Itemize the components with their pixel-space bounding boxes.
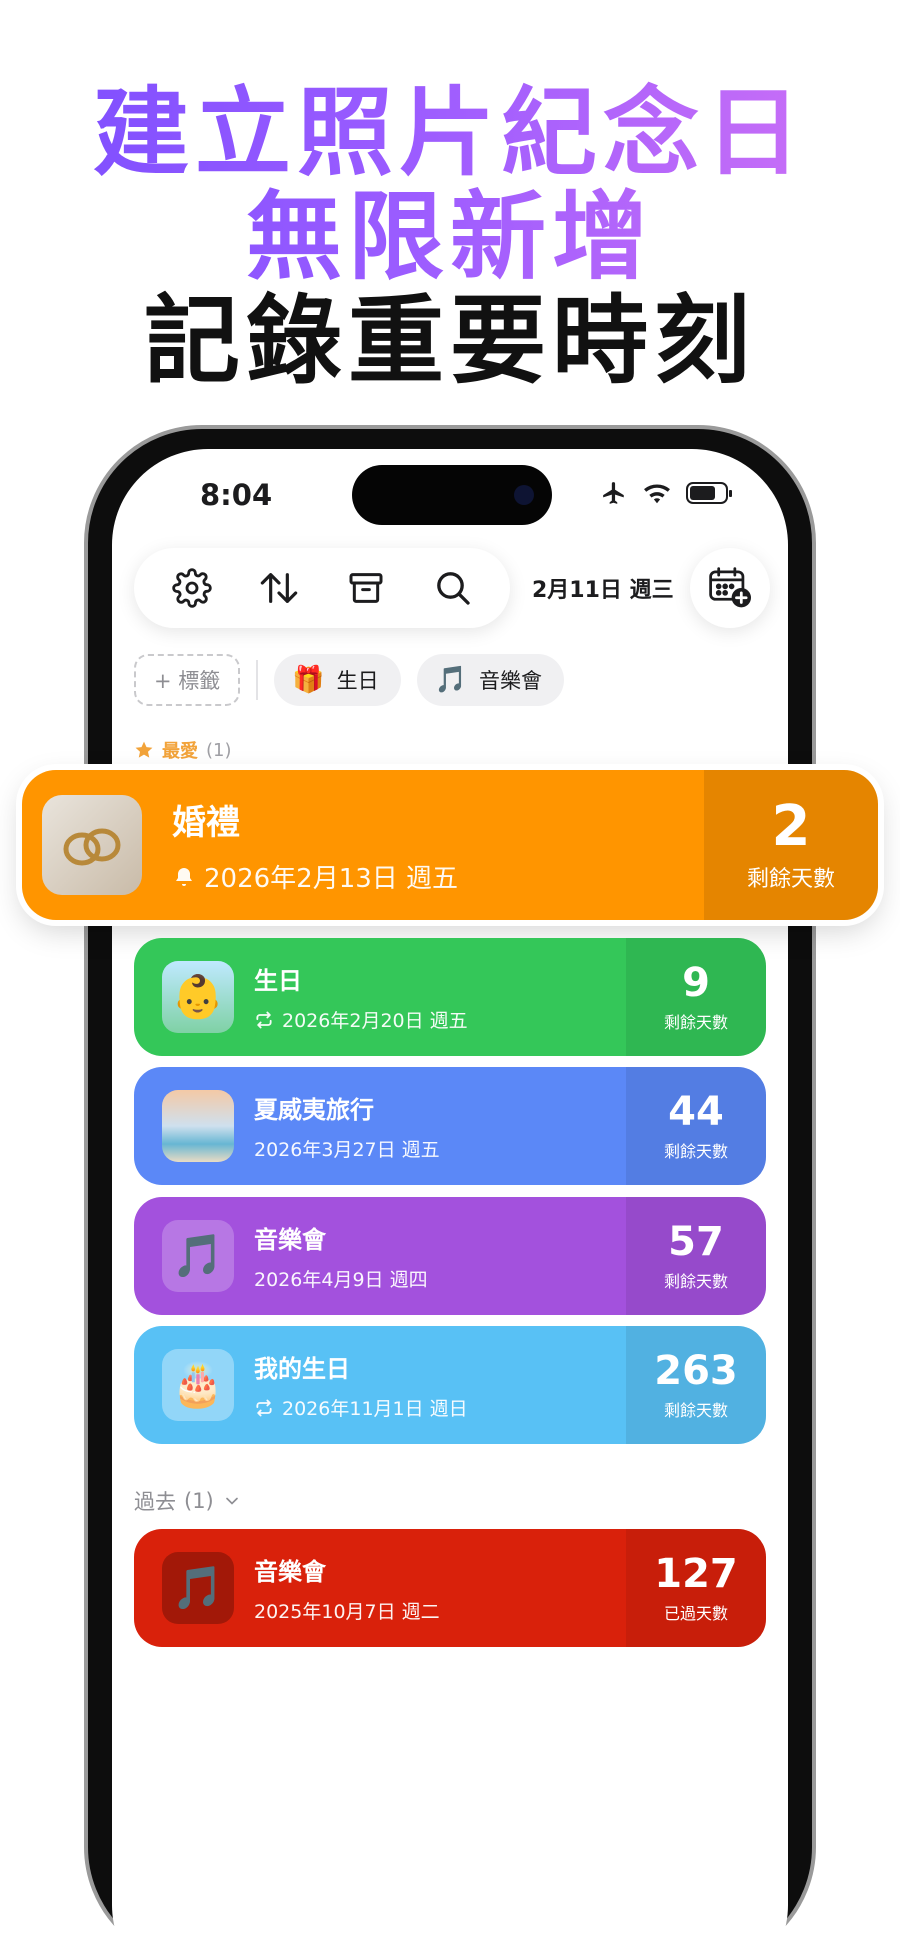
event-title: 夏威夷旅行 xyxy=(254,1096,374,1124)
event-date: 2026年2月13日 週五 xyxy=(204,864,459,894)
headline-line-3: 記錄重要時刻 xyxy=(144,285,756,397)
tag-divider xyxy=(256,660,259,700)
event-card[interactable]: 👶 生日 2026年2月20日 週五 9 剩餘天數 xyxy=(134,938,766,1056)
days-count: 9 xyxy=(682,960,710,1006)
event-title: 音樂會 xyxy=(254,1558,326,1586)
sort-icon[interactable] xyxy=(255,564,303,612)
event-card[interactable]: 🎂 我的生日 2026年11月1日 週日 263 剩餘天數 xyxy=(134,1326,766,1444)
rings-photo xyxy=(42,795,142,895)
event-card[interactable]: 夏威夷旅行 2026年3月27日 週五 44 剩餘天數 xyxy=(134,1067,766,1185)
event-title: 生日 xyxy=(254,967,302,995)
event-card[interactable]: 🎵 音樂會 2026年4月9日 週四 57 剩餘天數 xyxy=(134,1197,766,1315)
add-event-button[interactable] xyxy=(690,548,770,628)
chevron-down-icon xyxy=(225,1497,238,1505)
tag-concert[interactable]: 🎵 音樂會 xyxy=(416,654,565,706)
favorites-label: 最愛 xyxy=(162,741,198,762)
music-note-icon: 🎵 xyxy=(162,1220,234,1292)
days-count: 44 xyxy=(668,1089,724,1135)
search-icon[interactable] xyxy=(429,564,477,612)
event-date: 2026年11月1日 週日 xyxy=(282,1398,468,1420)
event-title: 婚禮 xyxy=(172,803,240,843)
wifi-icon xyxy=(644,484,670,504)
current-date: 2月11日 週三 xyxy=(532,578,674,603)
event-date: 2026年2月20日 週五 xyxy=(282,1010,468,1032)
airplane-icon xyxy=(603,482,624,504)
repeat-icon xyxy=(256,1011,272,1028)
event-title: 音樂會 xyxy=(254,1226,326,1254)
days-count: 127 xyxy=(654,1551,738,1597)
beach-photo xyxy=(162,1090,234,1162)
battery-icon xyxy=(686,482,732,504)
days-label: 剩餘天數 xyxy=(663,1142,728,1161)
gift-icon: 🎁 xyxy=(292,665,325,695)
days-label: 剩餘天數 xyxy=(663,1401,728,1420)
featured-event-card[interactable]: 婚禮 2026年2月13日 週五 2 剩餘天數 xyxy=(22,770,878,920)
toolbar xyxy=(134,548,510,628)
days-label: 剩餘天數 xyxy=(746,867,835,892)
tag-bar: + 標籤 🎁 生日 🎵 音樂會 xyxy=(134,654,565,706)
dynamic-island xyxy=(352,465,552,525)
past-label: 過去 xyxy=(134,1490,176,1514)
event-date: 2026年4月9日 週四 xyxy=(254,1269,428,1291)
event-date: 2025年10月7日 週二 xyxy=(254,1601,440,1623)
days-count: 57 xyxy=(668,1219,724,1265)
baby-photo: 👶 xyxy=(162,961,234,1033)
favorites-header: 最愛 (1) xyxy=(134,737,232,763)
calendar-add-icon xyxy=(709,567,751,608)
tag-birthday[interactable]: 🎁 生日 xyxy=(274,654,401,706)
past-event-card[interactable]: 🎵 音樂會 2025年10月7日 週二 127 已過天數 xyxy=(134,1529,766,1647)
status-icons xyxy=(600,480,732,506)
days-label: 已過天數 xyxy=(663,1604,728,1623)
tag-label: 生日 xyxy=(336,669,379,693)
event-title: 我的生日 xyxy=(254,1355,350,1383)
past-count: (1) xyxy=(184,1489,214,1513)
days-label: 剩餘天數 xyxy=(663,1272,728,1291)
headline-line-1: 建立照片紀念日 xyxy=(0,78,900,188)
archive-icon[interactable] xyxy=(342,564,390,612)
cake-icon: 🎂 xyxy=(162,1349,234,1421)
event-date: 2026年3月27日 週五 xyxy=(254,1139,440,1161)
headline-line-2: 無限新增 xyxy=(0,182,900,292)
gear-icon[interactable] xyxy=(168,564,216,612)
repeat-icon xyxy=(256,1399,272,1416)
past-section-toggle[interactable]: 過去 (1) xyxy=(134,1486,242,1516)
favorites-count: (1) xyxy=(206,739,232,761)
camera-icon xyxy=(514,485,534,505)
star-icon xyxy=(135,741,153,758)
add-tag-button[interactable]: + 標籤 xyxy=(134,654,241,706)
days-count: 2 xyxy=(771,794,811,859)
tag-label: 音樂會 xyxy=(479,669,543,693)
bell-icon xyxy=(176,867,192,886)
music-note-icon: 🎵 xyxy=(434,665,468,695)
music-note-icon: 🎵 xyxy=(162,1552,234,1624)
status-time: 8:04 xyxy=(200,478,273,512)
days-label: 剩餘天數 xyxy=(663,1013,728,1032)
days-count: 263 xyxy=(654,1348,738,1394)
